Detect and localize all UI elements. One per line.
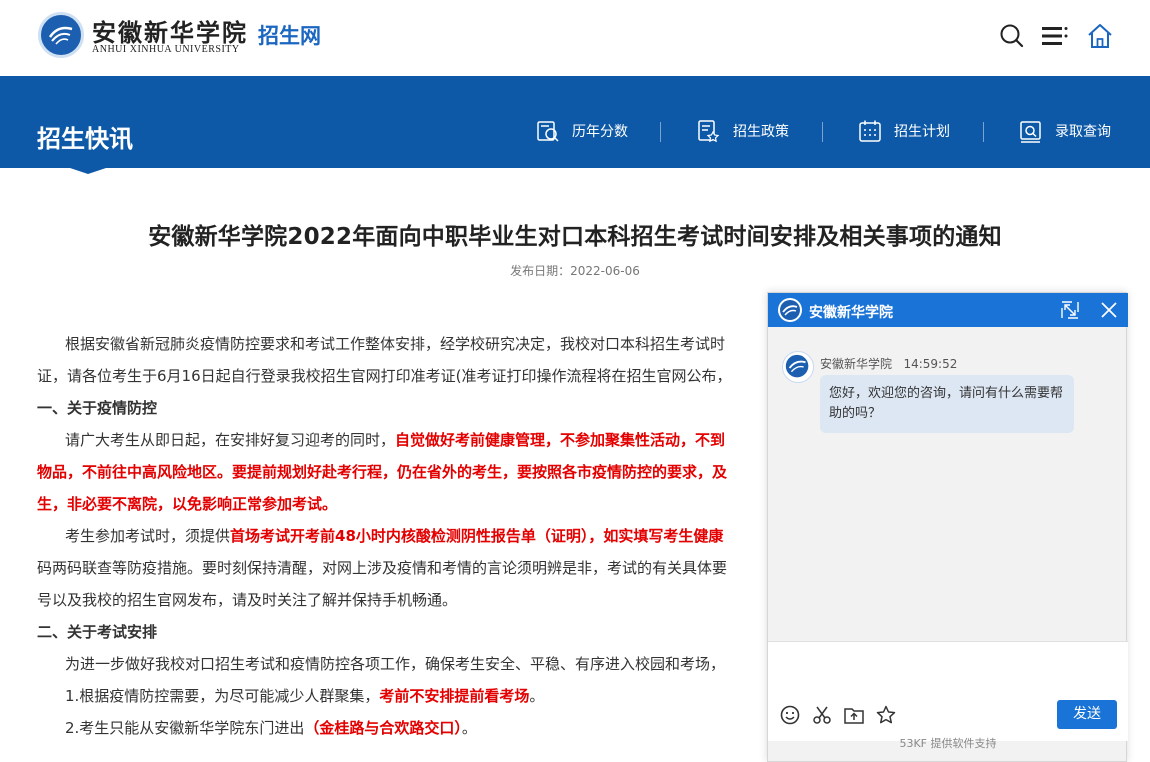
highlight-text: （金桂路与合欢路交口） <box>304 719 462 737</box>
article-title: 安徽新华学院2022年面向中职毕业生对口本科招生考试时间安排及相关事项的通知 <box>148 224 1002 250</box>
text-span: 2.考生只能从安徽新华学院东门进出 <box>65 719 305 737</box>
university-logo-icon[interactable] <box>38 12 84 58</box>
brand-name-en[interactable]: ANHUI XINHUA UNIVERSITY <box>92 44 240 55</box>
nav-divider <box>660 122 661 142</box>
nav-label: 录取查询 <box>1055 124 1111 140</box>
nav-label: 招生政策 <box>733 124 789 140</box>
sender-name: 安徽新华学院 <box>820 357 893 371</box>
send-button[interactable]: 发送 <box>1057 700 1117 729</box>
chat-widget: 安徽新华学院 安徽新华学院 14:59:52 您好，欢迎您的咨询，请问有什么需要… <box>767 292 1128 762</box>
nav-admission-plan[interactable]: 招生计划 <box>858 118 950 144</box>
agent-avatar-icon <box>782 351 814 383</box>
calendar-icon <box>859 120 881 142</box>
section-title: 招生快讯 <box>37 125 133 153</box>
star-icon[interactable] <box>875 704 897 726</box>
nav-admission-query[interactable]: 录取查询 <box>1019 118 1111 144</box>
nav-label: 招生计划 <box>894 124 950 140</box>
chat-logo-icon <box>778 298 802 322</box>
emoji-icon[interactable] <box>779 704 801 726</box>
text-span: 。 <box>461 719 477 737</box>
site-name[interactable]: 招生网 <box>258 20 321 50</box>
section-banner: 招生快讯 历年分数 招生政策 招生计划 录取查询 <box>0 76 1150 168</box>
nav-divider <box>822 122 823 142</box>
nav-label: 历年分数 <box>572 124 628 140</box>
search-icon[interactable] <box>998 22 1026 50</box>
message-bubble: 您好，欢迎您的咨询，请问有什么需要帮助的吗？ <box>820 375 1074 433</box>
highlight-text: 自觉做好考前健康管理，不参加聚集性活动，不到 <box>395 431 726 449</box>
score-icon <box>537 121 559 142</box>
close-icon[interactable] <box>1099 300 1119 320</box>
text-span: 请广大考生从即日起，在安排好复习迎考的同时， <box>65 431 396 449</box>
banner-notch <box>70 168 106 174</box>
message-meta: 安徽新华学院 14:59:52 <box>820 355 957 372</box>
publish-date: 发布日期：2022-06-06 <box>510 264 640 278</box>
logo-swirl-icon <box>48 26 73 45</box>
text-span: 。 <box>529 687 545 705</box>
policy-icon <box>698 120 720 143</box>
query-icon <box>1020 121 1041 143</box>
expand-icon[interactable] <box>1060 300 1080 320</box>
home-icon[interactable] <box>1086 22 1114 50</box>
nav-history-scores[interactable]: 历年分数 <box>536 118 628 144</box>
chat-title: 安徽新华学院 <box>809 305 893 321</box>
text-span: 考生参加考试时，须提供 <box>65 527 231 545</box>
highlight-text: 考前不安排提前看考场 <box>379 687 530 705</box>
top-header: 安徽新华学院 ANHUI XINHUA UNIVERSITY 招生网 <box>0 0 1150 76</box>
brand-name-cn[interactable]: 安徽新华学院 <box>92 13 248 48</box>
message-time: 14:59:52 <box>903 357 958 371</box>
menu-icon[interactable] <box>1041 22 1069 50</box>
nav-admission-policy[interactable]: 招生政策 <box>697 118 789 144</box>
upload-icon[interactable] <box>843 704 865 726</box>
chat-header[interactable]: 安徽新华学院 <box>768 293 1128 327</box>
nav-divider <box>983 122 984 142</box>
text-span: 1.根据疫情防控需要，为尽可能减少人群聚集， <box>65 687 380 705</box>
powered-by-text[interactable]: 53KF 提供软件支持 <box>768 735 1128 751</box>
highlight-text: 首场考试开考前48小时内核酸检测阴性报告单（证明），如实填写考生健康 <box>230 527 724 545</box>
scissors-icon[interactable] <box>811 704 833 726</box>
